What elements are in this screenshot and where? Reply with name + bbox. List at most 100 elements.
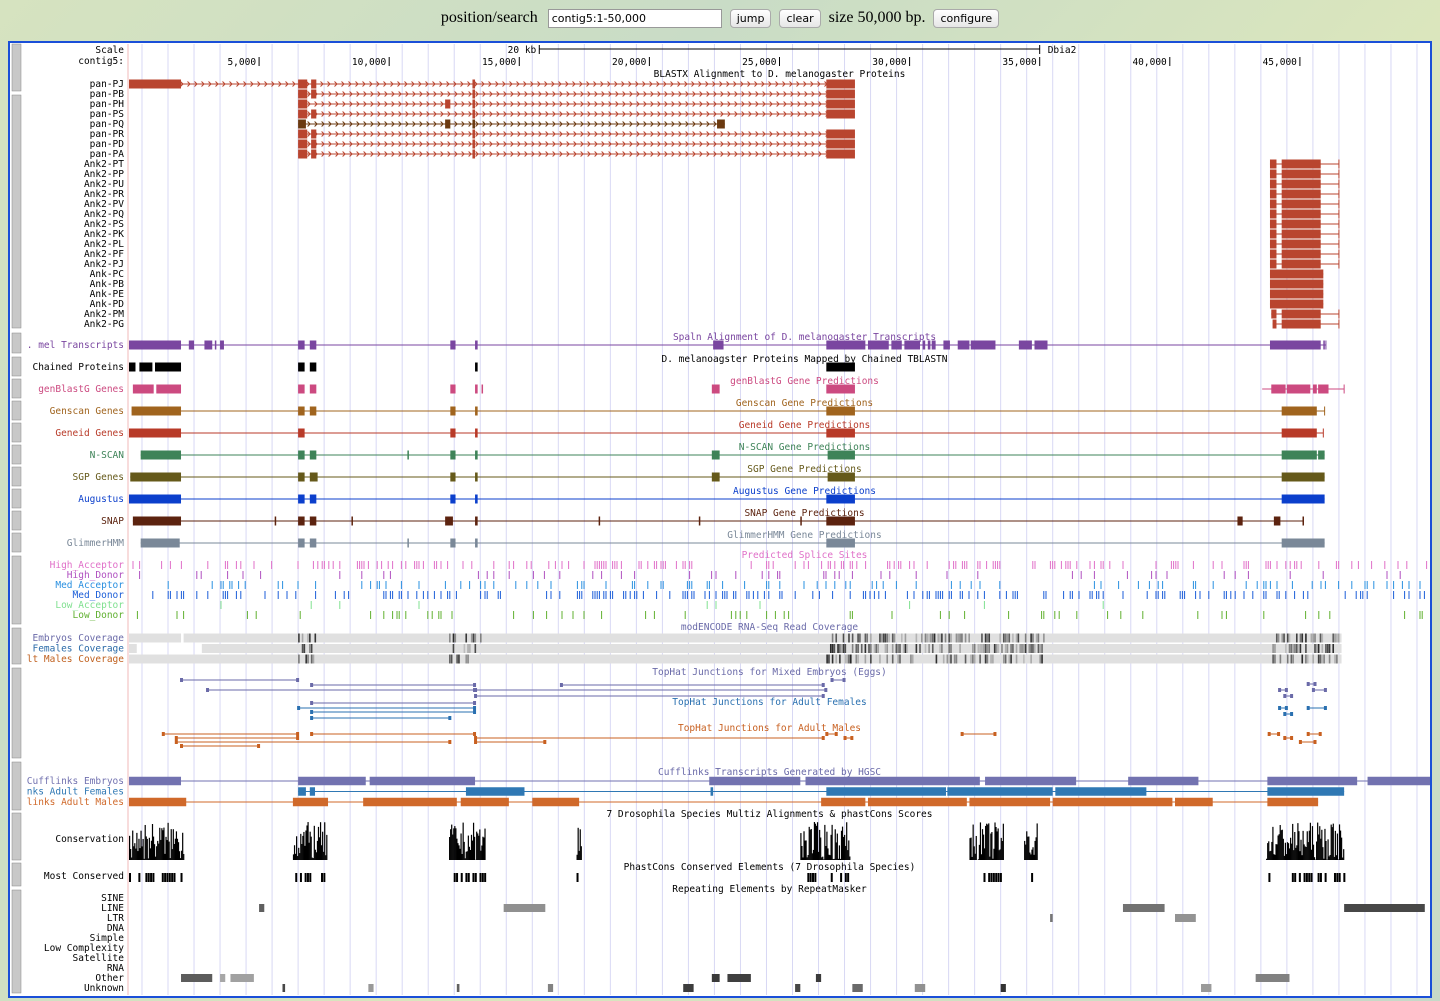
exon-block[interactable] (717, 119, 725, 129)
exon-block[interactable] (826, 99, 855, 109)
exon-block[interactable] (309, 340, 317, 350)
exon-block[interactable] (1281, 259, 1321, 269)
exon-block[interactable] (188, 340, 195, 350)
exon-block[interactable] (826, 340, 866, 350)
exon-block[interactable] (805, 776, 980, 786)
exon-block[interactable] (1269, 209, 1277, 219)
track-toggle-button[interactable] (11, 488, 22, 509)
exon-block[interactable] (131, 406, 182, 416)
exon-block[interactable] (363, 797, 457, 807)
exon-block[interactable] (1281, 406, 1317, 416)
exon-block[interactable] (826, 538, 855, 548)
exon-block[interactable] (1269, 189, 1277, 199)
exon-block[interactable] (969, 797, 1051, 807)
exon-block[interactable] (1272, 319, 1277, 329)
exon-block[interactable] (298, 340, 305, 350)
exon-block[interactable] (154, 362, 182, 372)
exon-block[interactable] (1269, 169, 1277, 179)
exon-block[interactable] (311, 149, 317, 159)
exon-block[interactable] (475, 494, 478, 504)
exon-block[interactable] (826, 787, 947, 796)
exon-block[interactable] (1281, 169, 1321, 179)
exon-block[interactable] (1267, 787, 1345, 796)
exon-block[interactable] (298, 109, 308, 119)
track-toggle-button[interactable] (11, 667, 22, 759)
exon-block[interactable] (298, 516, 305, 526)
genome-browser-image[interactable]: Scale contig5: 20 kb Dbia2 5,000 10,000 15,000… (8, 41, 1432, 998)
exon-block[interactable] (481, 384, 484, 394)
exon-block[interactable] (1367, 776, 1430, 786)
exon-block[interactable] (826, 129, 855, 139)
exon-block[interactable] (985, 776, 1077, 786)
exon-block[interactable] (129, 428, 182, 438)
exon-block[interactable] (298, 428, 305, 438)
exon-block[interactable] (472, 109, 476, 119)
exon-block[interactable] (1018, 340, 1032, 350)
exon-block[interactable] (1174, 797, 1213, 807)
exon-block[interactable] (475, 428, 478, 438)
exon-block[interactable] (1269, 199, 1277, 209)
exon-block[interactable] (1269, 259, 1277, 269)
exon-block[interactable] (1281, 159, 1321, 169)
exon-block[interactable] (1269, 229, 1277, 239)
exon-block[interactable] (943, 340, 950, 350)
exon-block[interactable] (826, 428, 855, 438)
exon-block[interactable] (1034, 340, 1048, 350)
exon-block[interactable] (698, 516, 701, 526)
exon-block[interactable] (309, 362, 317, 372)
exon-block[interactable] (298, 776, 366, 786)
exon-block[interactable] (129, 494, 182, 504)
exon-block[interactable] (1269, 159, 1277, 169)
exon-block[interactable] (1269, 289, 1324, 299)
exon-block[interactable] (927, 340, 931, 350)
exon-block[interactable] (140, 450, 182, 460)
exon-block[interactable] (711, 450, 720, 460)
exon-block[interactable] (309, 494, 317, 504)
exon-block[interactable] (826, 79, 855, 89)
exon-block[interactable] (309, 516, 317, 526)
track-toggle-button[interactable] (11, 862, 22, 887)
exon-block[interactable] (1281, 538, 1325, 548)
exon-block[interactable] (826, 516, 855, 526)
exon-block[interactable] (821, 797, 866, 807)
exon-block[interactable] (709, 776, 801, 786)
exon-block[interactable] (369, 776, 476, 786)
track-toggle-button[interactable] (11, 555, 22, 625)
exon-block[interactable] (475, 384, 478, 394)
exon-block[interactable] (445, 119, 451, 129)
exon-block[interactable] (139, 362, 153, 372)
track-toggle-button[interactable] (11, 332, 22, 354)
exon-block[interactable] (970, 340, 996, 350)
exon-block[interactable] (129, 79, 182, 89)
exon-block[interactable] (460, 797, 509, 807)
track-toggle-button[interactable] (11, 422, 22, 443)
exon-block[interactable] (1269, 179, 1277, 189)
exon-block[interactable] (711, 472, 720, 482)
track-toggle-button[interactable] (11, 94, 22, 329)
exon-block[interactable] (450, 340, 456, 350)
exon-block[interactable] (309, 450, 317, 460)
exon-block[interactable] (1281, 239, 1321, 249)
exon-block[interactable] (450, 494, 456, 504)
exon-block[interactable] (922, 340, 926, 350)
exon-block[interactable] (826, 149, 855, 159)
track-toggle-button[interactable] (11, 627, 22, 665)
exon-block[interactable] (129, 797, 187, 807)
exon-block[interactable] (298, 384, 305, 394)
exon-block[interactable] (298, 79, 308, 89)
exon-block[interactable] (450, 450, 456, 460)
exon-block[interactable] (475, 538, 478, 548)
exon-block[interactable] (1281, 472, 1325, 482)
exon-block[interactable] (1269, 269, 1324, 279)
exon-block[interactable] (1271, 309, 1277, 319)
track-toggle-button[interactable] (11, 378, 22, 399)
exon-block[interactable] (1267, 776, 1358, 786)
track-toggle-button[interactable] (11, 43, 22, 92)
exon-block[interactable] (475, 450, 478, 460)
exon-block[interactable] (1281, 450, 1317, 460)
exon-block[interactable] (156, 384, 182, 394)
exon-block[interactable] (220, 340, 224, 350)
configure-button[interactable]: configure (933, 8, 1000, 28)
exon-block[interactable] (827, 450, 855, 460)
exon-block[interactable] (475, 340, 478, 350)
